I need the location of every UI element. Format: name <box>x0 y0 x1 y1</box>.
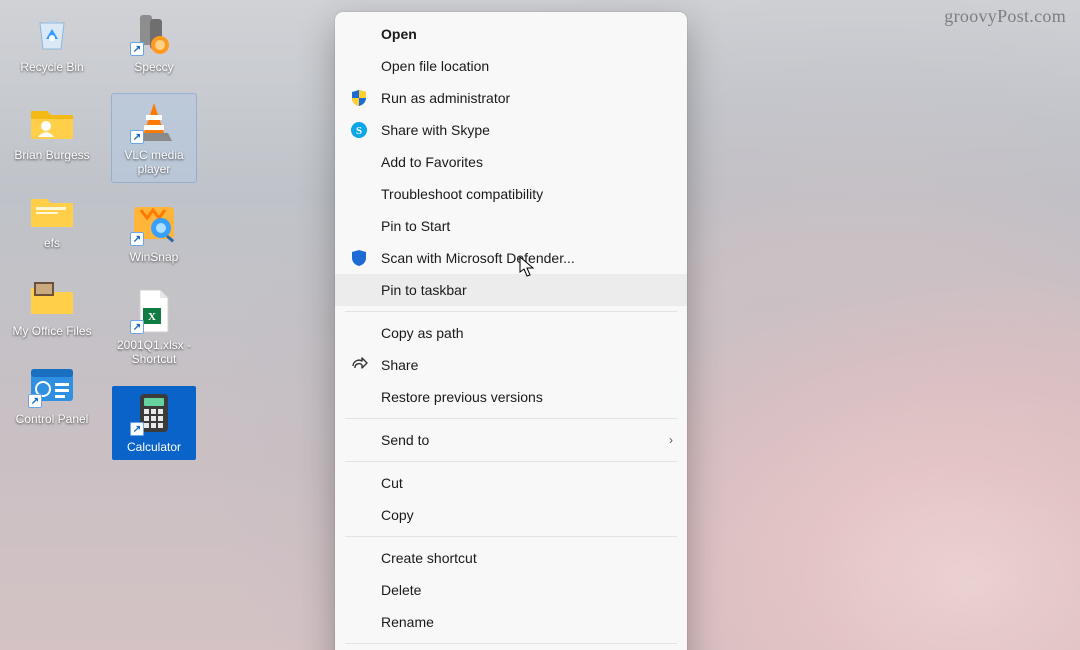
icon-label: VLC media player <box>114 148 194 176</box>
menu-item-open[interactable]: Open <box>335 18 687 50</box>
menu-item-cut[interactable]: Cut <box>335 467 687 499</box>
icon-label: Brian Burgess <box>14 148 89 162</box>
menu-icon-slot <box>349 280 369 300</box>
context-menu: Open Open file location Run as administrat… <box>335 12 687 650</box>
menu-icon-slot <box>349 580 369 600</box>
menu-item-share[interactable]: Share <box>335 349 687 381</box>
shortcut-overlay-icon <box>130 42 144 56</box>
menu-item-pin-to-taskbar[interactable]: Pin to taskbar <box>335 274 687 306</box>
menu-item-send-to[interactable]: Send to › <box>335 424 687 456</box>
menu-item-label: Rename <box>381 612 673 632</box>
menu-item-label: Cut <box>381 473 673 493</box>
menu-item-label: Open file location <box>381 56 673 76</box>
menu-icon-slot <box>349 184 369 204</box>
menu-icon-slot <box>349 323 369 343</box>
user-folder-icon <box>28 101 76 141</box>
share-icon <box>349 355 369 375</box>
shortcut-overlay-icon <box>130 130 144 144</box>
desktop-icon-calculator[interactable]: Calculator <box>112 386 196 460</box>
menu-item-restore-previous-versions[interactable]: Restore previous versions <box>335 381 687 413</box>
menu-item-label: Pin to Start <box>381 216 673 236</box>
menu-item-pin-to-start[interactable]: Pin to Start <box>335 210 687 242</box>
menu-item-label: Share <box>381 355 673 375</box>
menu-icon-slot <box>349 56 369 76</box>
menu-item-delete[interactable]: Delete <box>335 574 687 606</box>
office-folder-icon <box>28 276 76 318</box>
desktop-icon-efs[interactable]: efs <box>10 182 94 256</box>
skype-icon: S <box>349 120 369 140</box>
desktop-icon-user-folder[interactable]: Brian Burgess <box>10 94 94 168</box>
svg-text:S: S <box>356 125 362 137</box>
desktop-icon-my-office-files[interactable]: My Office Files <box>10 270 94 344</box>
icon-label: 2001Q1.xlsx - Shortcut <box>114 338 194 366</box>
menu-item-label: Share with Skype <box>381 120 673 140</box>
menu-item-label: Delete <box>381 580 673 600</box>
shortcut-overlay-icon <box>130 320 144 334</box>
menu-item-add-to-favorites[interactable]: Add to Favorites <box>335 146 687 178</box>
menu-icon-slot <box>349 473 369 493</box>
chevron-right-icon: › <box>669 430 673 450</box>
icon-label: Control Panel <box>16 412 89 426</box>
defender-shield-icon <box>349 248 369 268</box>
menu-item-run-as-administrator[interactable]: Run as administrator <box>335 82 687 114</box>
menu-item-label: Open <box>381 24 673 44</box>
menu-item-label: Create shortcut <box>381 548 673 568</box>
menu-item-copy-as-path[interactable]: Copy as path <box>335 317 687 349</box>
desktop-icon-control-panel[interactable]: Control Panel <box>10 358 94 432</box>
menu-icon-slot <box>349 430 369 450</box>
menu-item-open-file-location[interactable]: Open file location <box>335 50 687 82</box>
menu-separator <box>345 643 677 644</box>
menu-icon-slot <box>349 387 369 407</box>
menu-icon-slot <box>349 548 369 568</box>
desktop-icon-grid: Recycle Bin Brian Burgess <box>10 6 196 460</box>
menu-item-label: Copy as path <box>381 323 673 343</box>
menu-icon-slot <box>349 505 369 525</box>
icon-label: Recycle Bin <box>20 60 83 74</box>
menu-item-label: Run as administrator <box>381 88 673 108</box>
menu-separator <box>345 536 677 537</box>
menu-item-label: Copy <box>381 505 673 525</box>
menu-item-copy[interactable]: Copy <box>335 499 687 531</box>
desktop-icon-excel-shortcut[interactable]: X 2001Q1.xlsx - Shortcut <box>112 284 196 372</box>
icon-label: Speccy <box>134 60 173 74</box>
menu-item-share-with-skype[interactable]: S Share with Skype <box>335 114 687 146</box>
menu-icon-slot <box>349 612 369 632</box>
menu-item-label: Pin to taskbar <box>381 280 673 300</box>
svg-text:X: X <box>148 311 156 323</box>
menu-icon-slot <box>349 216 369 236</box>
menu-item-label: Restore previous versions <box>381 387 673 407</box>
desktop-icon-speccy[interactable]: Speccy <box>112 6 196 80</box>
desktop-icon-winsnap[interactable]: WinSnap <box>112 196 196 270</box>
menu-item-label: Add to Favorites <box>381 152 673 172</box>
mouse-cursor-icon <box>519 256 537 278</box>
recycle-bin-icon <box>30 11 74 55</box>
menu-separator <box>345 461 677 462</box>
menu-separator <box>345 418 677 419</box>
icon-label: My Office Files <box>12 324 91 338</box>
desktop-icon-recycle-bin[interactable]: Recycle Bin <box>10 6 94 80</box>
menu-item-label: Send to <box>381 430 657 450</box>
icon-label: WinSnap <box>130 250 179 264</box>
watermark-text: groovyPost.com <box>944 6 1066 27</box>
desktop-icon-vlc[interactable]: VLC media player <box>112 94 196 182</box>
desktop-wallpaper[interactable]: groovyPost.com Recycle Bin <box>0 0 1080 650</box>
menu-separator <box>345 311 677 312</box>
menu-item-scan-with-microsoft-defender[interactable]: Scan with Microsoft Defender... <box>335 242 687 274</box>
menu-icon-slot <box>349 152 369 172</box>
shortcut-overlay-icon <box>130 422 144 436</box>
folder-icon <box>28 189 76 229</box>
shortcut-overlay-icon <box>130 232 144 246</box>
menu-item-troubleshoot-compatibility[interactable]: Troubleshoot compatibility <box>335 178 687 210</box>
menu-icon-slot <box>349 24 369 44</box>
shortcut-overlay-icon <box>28 394 42 408</box>
icon-label: Calculator <box>127 440 181 454</box>
shield-uac-icon <box>349 88 369 108</box>
menu-item-label: Troubleshoot compatibility <box>381 184 673 204</box>
menu-item-rename[interactable]: Rename <box>335 606 687 638</box>
menu-item-create-shortcut[interactable]: Create shortcut <box>335 542 687 574</box>
icon-label: efs <box>44 236 60 250</box>
